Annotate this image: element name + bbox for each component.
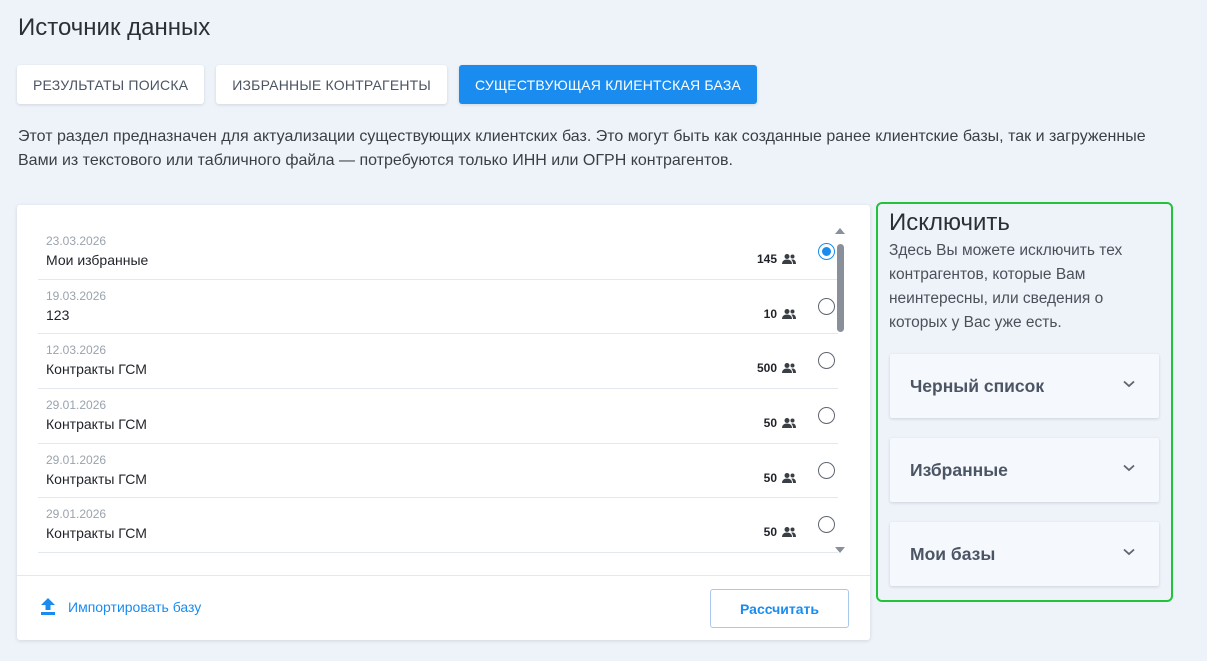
base-count: 50: [764, 525, 796, 539]
base-count-value: 145: [756, 252, 777, 266]
import-base-link[interactable]: Импортировать базу: [40, 598, 201, 615]
chevron-down-icon: [1123, 464, 1135, 472]
section-description: Этот раздел предназначен для актуализаци…: [18, 128, 1146, 169]
base-name: Контракты ГСМ: [46, 416, 147, 433]
list-item[interactable]: 29.01.2026 Контракты ГСМ 50: [38, 389, 838, 444]
accordion-label: Мои базы: [910, 544, 996, 564]
exclude-panel: Исключить Здесь Вы можете исключить тех …: [876, 202, 1173, 602]
base-name: 123: [46, 306, 70, 323]
people-icon: [782, 527, 796, 538]
base-name: Контракты ГСМ: [46, 361, 147, 378]
list-item[interactable]: 29.01.2026 Контракты ГСМ 50: [38, 444, 838, 499]
tab-existing-client-base[interactable]: СУЩЕСТВУЮЩАЯ КЛИЕНТСКАЯ БАЗА: [459, 65, 758, 104]
exclude-description: Здесь Вы можете исключить тех контрагент…: [889, 242, 1123, 331]
base-date: 23.03.2026: [46, 234, 107, 248]
people-icon: [782, 472, 796, 483]
base-date: 29.01.2026: [46, 507, 107, 522]
list-scrollbar[interactable]: [835, 228, 845, 553]
base-count: 50: [764, 416, 796, 430]
accordion-favorites[interactable]: Избранные: [890, 438, 1159, 502]
tab-favorite-counterparties[interactable]: ИЗБРАННЫЕ КОНТРАГЕНТЫ: [216, 65, 448, 104]
scroll-thumb[interactable]: [836, 244, 844, 332]
list-item[interactable]: 23.03.2026 Мои избранные 145: [38, 225, 838, 280]
base-count-value: 50: [763, 525, 777, 540]
base-count: 50: [764, 471, 796, 485]
upload-icon: [41, 598, 55, 615]
scroll-up-arrow-icon[interactable]: [835, 228, 845, 234]
accordion-my-bases[interactable]: Мои базы: [890, 522, 1159, 586]
accordion-label: Избранные: [910, 460, 1008, 480]
select-radio[interactable]: [818, 352, 835, 370]
select-radio[interactable]: [818, 516, 835, 534]
people-icon: [782, 254, 796, 264]
list-item[interactable]: 12.03.2026 Контракты ГСМ 500: [38, 334, 838, 390]
base-name: Контракты ГСМ: [46, 470, 147, 487]
source-tabs: РЕЗУЛЬТАТЫ ПОИСКА ИЗБРАННЫЕ КОНТРАГЕНТЫ …: [17, 65, 758, 104]
tab-search-results[interactable]: РЕЗУЛЬТАТЫ ПОИСКА: [17, 65, 205, 104]
base-name: Мои избранные: [46, 252, 149, 268]
exclude-title: Исключить: [889, 209, 1010, 236]
base-count: 10: [764, 307, 796, 321]
calculate-button[interactable]: Рассчитать: [710, 589, 849, 628]
base-count-value: 500: [756, 361, 777, 376]
client-bases-list[interactable]: 23.03.2026 Мои избранные 145 19.03.2026 …: [38, 225, 838, 558]
list-item[interactable]: 19.03.2026 123 10: [38, 280, 838, 335]
select-radio[interactable]: [818, 461, 835, 479]
select-radio[interactable]: [818, 243, 835, 260]
chevron-down-icon: [1123, 548, 1135, 556]
accordion-label: Черный список: [910, 376, 1045, 396]
base-count-value: 50: [763, 416, 777, 431]
import-base-label: Импортировать базу: [68, 598, 202, 615]
base-date: 29.01.2026: [46, 398, 107, 413]
base-count-value: 10: [763, 306, 777, 321]
base-count: 145: [757, 252, 796, 266]
base-name: Контракты ГСМ: [46, 525, 147, 542]
scroll-down-arrow-icon[interactable]: [835, 547, 845, 553]
select-radio[interactable]: [818, 297, 835, 315]
base-date: 29.01.2026: [46, 452, 107, 467]
people-icon: [782, 308, 796, 319]
people-icon: [782, 418, 796, 429]
card-footer: Импортировать базу Рассчитать: [17, 575, 870, 640]
people-icon: [782, 363, 796, 374]
list-item[interactable]: 29.01.2026 Контракты ГСМ 50: [38, 498, 838, 554]
base-date: 12.03.2026: [46, 343, 107, 358]
chevron-down-icon: [1123, 380, 1135, 388]
base-count-value: 50: [763, 470, 777, 485]
page-title: Источник данных: [18, 14, 211, 41]
accordion-blacklist[interactable]: Черный список: [890, 354, 1159, 418]
client-bases-card: 23.03.2026 Мои избранные 145 19.03.2026 …: [17, 205, 870, 640]
base-date: 19.03.2026: [46, 288, 107, 303]
select-radio[interactable]: [818, 407, 835, 425]
base-count: 500: [757, 361, 796, 375]
